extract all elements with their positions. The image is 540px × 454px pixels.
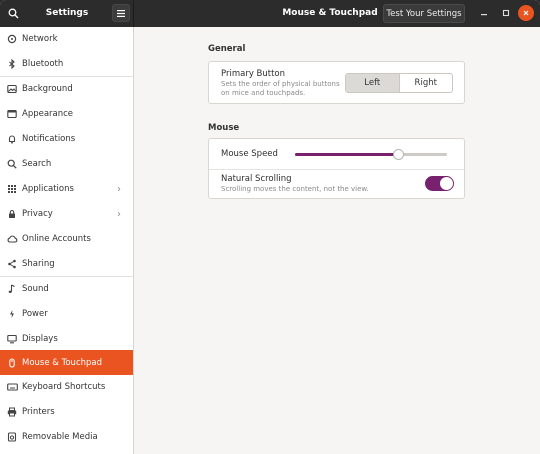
background-icon bbox=[0, 84, 22, 94]
maximize-button[interactable] bbox=[498, 5, 514, 21]
power-icon bbox=[0, 309, 22, 319]
search-icon bbox=[8, 8, 19, 19]
sidebar-item-label: Sound bbox=[22, 284, 49, 294]
test-settings-button[interactable]: Test Your Settings bbox=[383, 4, 465, 23]
sidebar-item-removable-media[interactable]: Removable Media bbox=[0, 425, 133, 449]
sidebar-item-bluetooth[interactable]: Bluetooth bbox=[0, 52, 133, 76]
app-title: Settings bbox=[45, 8, 89, 18]
section-title-general: General bbox=[208, 44, 246, 54]
cloud-icon bbox=[0, 234, 22, 244]
printer-icon bbox=[0, 407, 22, 417]
sidebar-item-keyboard-shortcuts[interactable]: Keyboard Shortcuts bbox=[0, 375, 133, 399]
primary-button-label: Primary Button bbox=[221, 69, 286, 79]
sidebar-item-label: Notifications bbox=[22, 134, 76, 144]
sidebar-item-label: Privacy bbox=[22, 209, 53, 219]
sidebar-item-displays[interactable]: Displays bbox=[0, 327, 133, 351]
primary-left-option[interactable]: Left bbox=[346, 74, 399, 92]
header-separator bbox=[133, 0, 134, 27]
applications-icon bbox=[0, 184, 22, 194]
sidebar-item-label: Online Accounts bbox=[22, 234, 91, 244]
bell-icon bbox=[0, 134, 22, 144]
sidebar-item-label: Mouse & Touchpad bbox=[22, 357, 103, 368]
sidebar-item-network[interactable]: Network bbox=[0, 27, 133, 51]
hamburger-icon bbox=[117, 9, 125, 17]
sidebar-item-label: Displays bbox=[22, 334, 58, 344]
primary-button-description: Sets the order of physical buttons on mi… bbox=[221, 80, 340, 97]
sidebar-item-privacy[interactable]: Privacy › bbox=[0, 202, 133, 226]
minimize-button[interactable] bbox=[476, 5, 492, 21]
header-bar: Settings Mouse & Touchpad Test Your Sett… bbox=[0, 0, 540, 27]
search-button[interactable] bbox=[4, 4, 23, 23]
mouse-speed-slider[interactable] bbox=[295, 149, 447, 160]
search-icon bbox=[0, 159, 22, 169]
mouse-speed-label: Mouse Speed bbox=[221, 149, 278, 159]
chevron-right-icon: › bbox=[117, 183, 121, 195]
settings-window: Settings Mouse & Touchpad Test Your Sett… bbox=[0, 0, 540, 454]
sidebar-item-label: Removable Media bbox=[22, 432, 98, 442]
sidebar-item-applications[interactable]: Applications › bbox=[0, 177, 133, 201]
minimize-icon bbox=[481, 14, 487, 16]
chevron-right-icon: › bbox=[117, 208, 121, 220]
mouse-card: Mouse Speed Natural Scrolling Scrolling … bbox=[208, 138, 465, 199]
sidebar-item-label: Network bbox=[22, 34, 58, 44]
keyboard-icon bbox=[0, 382, 22, 392]
sidebar-item-sound[interactable]: Sound bbox=[0, 277, 133, 301]
sidebar-item-background[interactable]: Background bbox=[0, 77, 133, 101]
sidebar-item-label: Search bbox=[22, 159, 52, 169]
sidebar-item-search[interactable]: Search bbox=[0, 152, 133, 176]
maximize-icon bbox=[502, 9, 510, 17]
appearance-icon bbox=[0, 109, 22, 119]
sidebar-item-printers[interactable]: Printers bbox=[0, 400, 133, 424]
slider-handle[interactable] bbox=[393, 149, 405, 160]
sidebar-item-label: Power bbox=[22, 309, 48, 319]
switch-knob bbox=[440, 177, 453, 190]
sidebar-item-power[interactable]: Power bbox=[0, 302, 133, 326]
sidebar-item-label: Applications bbox=[22, 184, 74, 194]
general-card: Primary Button Sets the order of physica… bbox=[208, 61, 465, 104]
sidebar-item-label: Appearance bbox=[22, 109, 74, 119]
sidebar: Network Bluetooth Background Appearance … bbox=[0, 27, 134, 454]
close-icon bbox=[523, 10, 529, 16]
section-title-mouse: Mouse bbox=[208, 123, 240, 133]
sidebar-item-sharing[interactable]: Sharing bbox=[0, 252, 133, 276]
bluetooth-icon bbox=[0, 59, 22, 69]
mouse-icon bbox=[0, 357, 22, 368]
menu-button[interactable] bbox=[112, 4, 130, 22]
network-icon bbox=[0, 34, 22, 44]
main-panel: General Primary Button Sets the order of… bbox=[134, 27, 540, 454]
natural-scrolling-switch[interactable] bbox=[425, 176, 454, 191]
natural-scrolling-description: Scrolling moves the content, not the vie… bbox=[221, 185, 369, 193]
primary-button-toggle: Left Right bbox=[345, 73, 453, 93]
sidebar-item-label: Bluetooth bbox=[22, 59, 64, 69]
sidebar-item-mouse-touchpad[interactable]: Mouse & Touchpad bbox=[0, 350, 133, 375]
sidebar-item-label: Keyboard Shortcuts bbox=[22, 382, 106, 392]
close-button[interactable] bbox=[518, 5, 534, 21]
sidebar-item-label: Background bbox=[22, 84, 73, 94]
sidebar-item-notifications[interactable]: Notifications bbox=[0, 127, 133, 151]
row-divider bbox=[209, 169, 464, 170]
sidebar-item-appearance[interactable]: Appearance bbox=[0, 102, 133, 126]
removable-media-icon bbox=[0, 432, 22, 442]
page-title: Mouse & Touchpad bbox=[282, 8, 378, 18]
share-icon bbox=[0, 259, 22, 269]
slider-fill bbox=[295, 153, 399, 156]
primary-right-option[interactable]: Right bbox=[400, 74, 453, 92]
sidebar-item-label: Printers bbox=[22, 407, 55, 417]
sidebar-item-online-accounts[interactable]: Online Accounts bbox=[0, 227, 133, 251]
privacy-icon bbox=[0, 209, 22, 219]
natural-scrolling-label: Natural Scrolling bbox=[221, 174, 292, 184]
sidebar-item-label: Sharing bbox=[22, 259, 55, 269]
display-icon bbox=[0, 334, 22, 344]
music-note-icon bbox=[0, 284, 22, 294]
